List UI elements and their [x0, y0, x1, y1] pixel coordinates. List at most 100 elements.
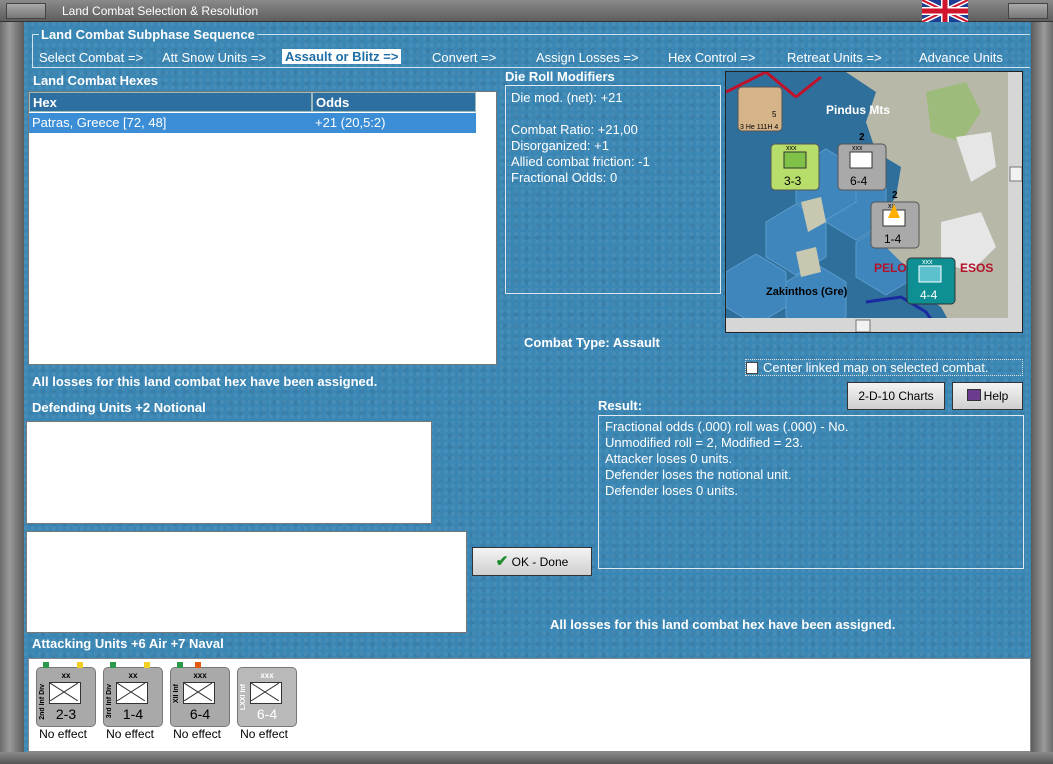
- result-line: Fractional odds (.000) roll was (.000) -…: [605, 419, 849, 434]
- unit-effect: No effect: [240, 727, 288, 741]
- attacking-unit-counter[interactable]: xx 2nd Inf Div 2-3: [36, 662, 96, 727]
- modifier-line: Disorganized: +1: [511, 138, 609, 153]
- modifier-line: Fractional Odds: 0: [511, 170, 618, 185]
- center-linked-option[interactable]: Center linked map on selected combat.: [745, 359, 1023, 376]
- defending-units-list[interactable]: [26, 421, 432, 524]
- map-label-pelo: PELO: [874, 261, 907, 275]
- window-close-button[interactable]: [1008, 3, 1048, 19]
- die-roll-title: Die Roll Modifiers: [505, 69, 615, 84]
- ok-done-button[interactable]: ✔ OK - Done: [472, 547, 592, 576]
- stack-badge: 2: [859, 132, 865, 143]
- combat-hexes-title: Land Combat Hexes: [33, 73, 158, 88]
- attacking-units-list[interactable]: xx 2nd Inf Div 2-3 No effect xx 3rd Inf …: [28, 658, 1031, 752]
- phase-advance-units: Advance Units: [919, 50, 1003, 65]
- unit-size: xxx: [260, 671, 274, 680]
- defending-units-title: Defending Units +2 Notional: [32, 400, 206, 415]
- status-dot: [110, 662, 116, 668]
- unit-size: xxx: [786, 145, 797, 152]
- die-roll-modifiers-box: Die mod. (net): +21 Combat Ratio: +21,00…: [505, 85, 721, 294]
- phase-select-combat: Select Combat =>: [39, 50, 144, 65]
- stack-badge: 2: [892, 190, 898, 201]
- window-menu-button[interactable]: [6, 3, 46, 19]
- phase-att-snow-units: Att Snow Units =>: [162, 50, 267, 65]
- linked-map[interactable]: Pindus Mts PELO ESOS Zakinthos (Gre) 5 3…: [725, 71, 1023, 333]
- phase-assign-losses: Assign Losses =>: [536, 50, 639, 65]
- title-bar: Land Combat Selection & Resolution: [0, 0, 1053, 22]
- odds-cell[interactable]: +21 (20,5:2): [312, 113, 476, 133]
- phase-convert: Convert =>: [432, 50, 497, 65]
- window-title: Land Combat Selection & Resolution: [62, 4, 259, 18]
- modifier-line: Combat Ratio: +21,00: [511, 122, 638, 137]
- charts-button[interactable]: 2-D-10 Charts: [847, 382, 945, 410]
- unit-size: xxx: [852, 145, 863, 152]
- unit-strength: 2-3: [55, 706, 77, 722]
- combat-type-value: Assault: [612, 335, 660, 350]
- infantry-symbol-icon: [49, 682, 81, 704]
- status-dot: [77, 662, 83, 668]
- losses-assigned-note: All losses for this land combat hex have…: [32, 374, 378, 389]
- unit-strength: 6-4: [189, 706, 211, 722]
- attacking-unit-counter[interactable]: xxx LXXI Inf 6-4: [237, 667, 297, 727]
- unit-size: xxx: [193, 671, 207, 680]
- combat-type: Combat Type: Assault: [524, 335, 660, 350]
- attacking-unit-counter[interactable]: xxx XII Inf 6-4: [170, 662, 230, 727]
- help-book-icon: [966, 389, 981, 401]
- unit-label: XII Inf: [173, 684, 180, 704]
- status-dot: [43, 662, 49, 668]
- frame-left: [0, 22, 24, 764]
- column-header-hex[interactable]: Hex: [29, 92, 312, 112]
- map-vertical-thumb[interactable]: [1009, 166, 1022, 182]
- map-vertical-scrollbar[interactable]: [1008, 72, 1023, 318]
- modifier-line: Die mod. (net): +21: [511, 90, 623, 105]
- status-dot: [195, 662, 201, 668]
- attacking-unit-counter[interactable]: xx 3rd Inf Div 1-4: [103, 662, 163, 727]
- infantry-counter-3-3[interactable]: xxx 3-3: [770, 143, 820, 191]
- result-line: Defender loses 0 units.: [605, 483, 738, 498]
- combat-hexes-table[interactable]: Hex Odds Patras, Greece [72, 48] +21 (20…: [28, 91, 497, 365]
- column-header-odds[interactable]: Odds: [312, 92, 476, 112]
- help-button[interactable]: Help: [952, 382, 1023, 410]
- air-unit-strength: 5: [772, 110, 777, 119]
- attacking-units-title: Attacking Units +6 Air +7 Naval: [32, 636, 224, 651]
- map-horizontal-scrollbar[interactable]: [726, 318, 1023, 333]
- result-line: Unmodified roll = 2, Modified = 23.: [605, 435, 803, 450]
- combat-type-label: Combat Type:: [524, 335, 610, 350]
- selected-units-list[interactable]: [26, 531, 467, 633]
- frame-right: [1031, 22, 1053, 764]
- map-label-pindus: Pindus Mts: [826, 103, 890, 117]
- map-label-esos: ESOS: [960, 261, 993, 275]
- unit-strength: 4-4: [920, 288, 938, 302]
- subphase-sequence: Land Combat Subphase Sequence Select Com…: [32, 27, 1030, 68]
- union-jack-flag-icon: [922, 0, 968, 22]
- map-horizontal-thumb[interactable]: [855, 319, 871, 332]
- unit-strength: 6-4: [256, 706, 278, 722]
- unit-effect: No effect: [39, 727, 87, 741]
- checkmark-icon: ✔: [495, 553, 509, 570]
- unit-size: xxx: [922, 259, 933, 266]
- hex-cell[interactable]: Patras, Greece [72, 48]: [29, 113, 312, 133]
- infantry-symbol-icon: [250, 682, 282, 704]
- center-linked-checkbox[interactable]: [746, 362, 758, 374]
- air-unit-label: 3 He 111H 4: [740, 124, 778, 131]
- result-line: Attacker loses 0 units.: [605, 451, 733, 466]
- unit-size: xx: [128, 671, 138, 680]
- phase-retreat-units: Retreat Units =>: [787, 50, 882, 65]
- result-title: Result:: [598, 398, 643, 413]
- result-box: Fractional odds (.000) roll was (.000) -…: [598, 415, 1024, 569]
- frame-bottom: [0, 752, 1053, 764]
- phase-hex-control: Hex Control =>: [668, 50, 756, 65]
- unit-strength: 6-4: [850, 174, 868, 188]
- modifier-line: Allied combat friction: -1: [511, 154, 650, 169]
- unit-effect: No effect: [173, 727, 221, 741]
- subphase-title: Land Combat Subphase Sequence: [39, 27, 257, 42]
- status-dot: [177, 662, 183, 668]
- help-label: Help: [983, 389, 1009, 403]
- infantry-counter-4-4[interactable]: xxx 4-4: [906, 257, 956, 305]
- air-unit-counter[interactable]: 5 3 He 111H 4: [737, 86, 783, 132]
- map-canvas[interactable]: Pindus Mts PELO ESOS Zakinthos (Gre) 5 3…: [726, 72, 1023, 333]
- unit-strength: 1-4: [884, 232, 902, 246]
- center-linked-label[interactable]: Center linked map on selected combat.: [763, 360, 988, 375]
- infantry-symbol-icon: [116, 682, 148, 704]
- unit-strength: 1-4: [122, 706, 144, 722]
- modifier-line: [511, 106, 715, 122]
